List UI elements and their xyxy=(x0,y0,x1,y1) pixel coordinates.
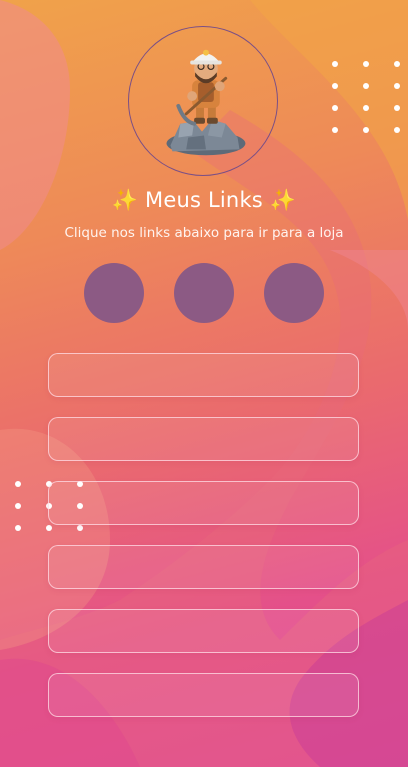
link-button-1[interactable] xyxy=(48,353,359,397)
avatar xyxy=(128,26,278,176)
social-button-1[interactable] xyxy=(84,263,144,323)
link-button-6[interactable] xyxy=(48,673,359,717)
decorative-dot-grid-top xyxy=(332,61,400,133)
link-button-5[interactable] xyxy=(48,609,359,653)
link-button-2[interactable] xyxy=(48,417,359,461)
social-button-2[interactable] xyxy=(174,263,234,323)
link-button-4[interactable] xyxy=(48,545,359,589)
page-title: ✨ Meus Links ✨ xyxy=(111,188,297,212)
social-button-3[interactable] xyxy=(264,263,324,323)
miner-figure-icon xyxy=(166,49,246,156)
link-button-3[interactable] xyxy=(48,481,359,525)
page-subtitle: Clique nos links abaixo para ir para a l… xyxy=(64,225,344,241)
link-list xyxy=(48,353,359,737)
social-buttons xyxy=(84,263,324,323)
